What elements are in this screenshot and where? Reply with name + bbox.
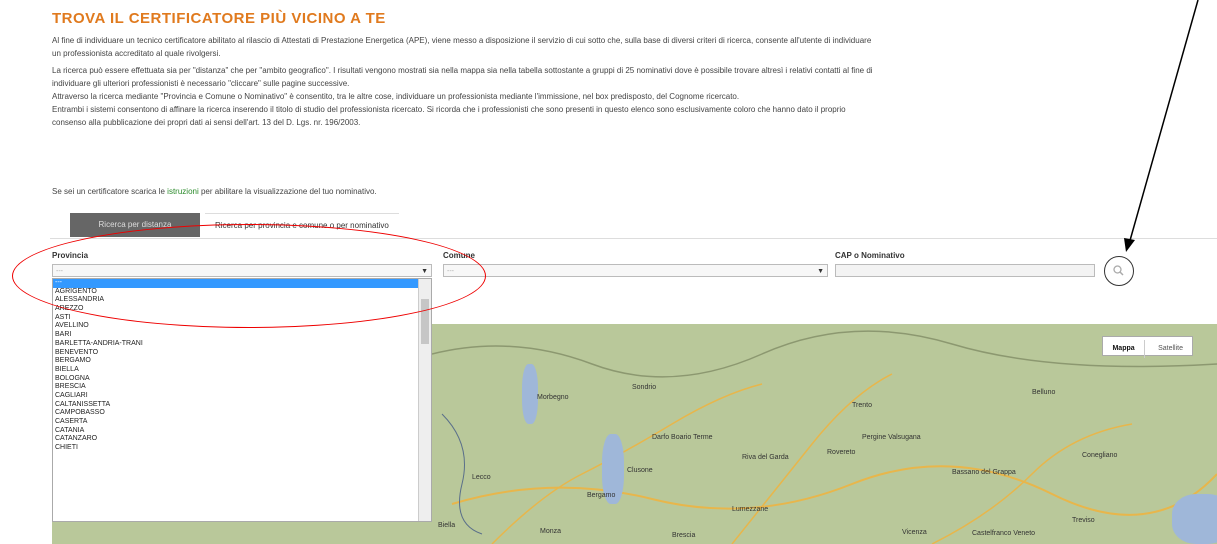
- dropdown-option[interactable]: BOLOGNA: [53, 375, 419, 384]
- certifier-note-suffix: per abilitare la visualizzazione del tuo…: [200, 187, 377, 196]
- intro-line: Al fine di individuare un tecnico certif…: [52, 36, 872, 45]
- map-city-label: Brescia: [672, 532, 696, 539]
- dropdown-option[interactable]: BARLETTA-ANDRIA-TRANI: [53, 340, 419, 349]
- search-line: Entrambi i sistemi consentono di affinar…: [52, 105, 846, 114]
- search-icon: [1113, 265, 1124, 276]
- dropdown-option[interactable]: CASERTA: [53, 418, 419, 427]
- map-city-label: Vicenza: [902, 529, 927, 536]
- map-city-label: Pergine Valsugana: [862, 434, 921, 441]
- map-type-map-button[interactable]: Mappa: [1103, 340, 1145, 358]
- intro-paragraph: Al fine di individuare un tecnico certif…: [52, 34, 871, 60]
- instructions-link[interactable]: istruzioni: [167, 187, 199, 196]
- page-title: TROVA IL CERTIFICATORE PIÙ VICINO A TE: [52, 10, 386, 27]
- map-terrain: [432, 330, 1217, 544]
- dropdown-option[interactable]: CALTANISSETTA: [53, 401, 419, 410]
- intro-line: un professionista accreditato al quale r…: [52, 49, 221, 58]
- search-line: consenso alla pubblicazione dei propri d…: [52, 118, 361, 127]
- map-city-label: Darfo Boario Terme: [652, 434, 713, 441]
- map-city-label: Belluno: [1032, 389, 1056, 396]
- search-line: La ricerca può essere effettuata sia per…: [52, 66, 873, 75]
- map-view-lower-left: [52, 520, 432, 544]
- dropdown-option[interactable]: CAMPOBASSO: [53, 409, 419, 418]
- map-city-label: Lumezzane: [732, 506, 769, 513]
- dropdown-option[interactable]: BENEVENTO: [53, 349, 419, 358]
- search-line: Attraverso la ricerca mediante "Provinci…: [52, 92, 740, 101]
- map-city-label: Lecco: [472, 474, 491, 481]
- map-city-label: Morbegno: [537, 394, 569, 401]
- map-type-satellite-button[interactable]: Satellite: [1149, 340, 1192, 358]
- lake-shape: [1172, 494, 1217, 544]
- dropdown-option[interactable]: CHIETI: [53, 444, 419, 453]
- cap-nominativo-input[interactable]: [835, 264, 1095, 277]
- map-city-label: Rovereto: [827, 449, 856, 456]
- annotation-ellipse: [12, 224, 486, 328]
- map-city-label: Castelfranco Veneto: [972, 530, 1036, 537]
- dropdown-option[interactable]: CAGLIARI: [53, 392, 419, 401]
- lake-shape: [522, 364, 538, 424]
- dropdown-option[interactable]: BIELLA: [53, 366, 419, 375]
- dropdown-option[interactable]: CATANIA: [53, 427, 419, 436]
- search-line: individuare gli ulteriori professionisti…: [52, 79, 350, 88]
- map-view[interactable]: Mappa Satellite Trento Bergamo Brescia M…: [432, 324, 1217, 544]
- comune-select[interactable]: --- ▼: [443, 264, 828, 277]
- dropdown-option[interactable]: BERGAMO: [53, 357, 419, 366]
- search-paragraph: La ricerca può essere effettuata sia per…: [52, 64, 873, 129]
- map-type-control: Mappa Satellite: [1102, 336, 1193, 358]
- map-city-label: Biella: [438, 522, 456, 529]
- map-city-label: Bergamo: [587, 492, 616, 499]
- map-city-label: Trento: [852, 402, 872, 409]
- map-city-label: Bassano del Grappa: [952, 469, 1016, 476]
- dropdown-option[interactable]: BARI: [53, 331, 419, 340]
- map-city-label: Monza: [540, 528, 562, 535]
- dropdown-scrollbar[interactable]: [418, 279, 431, 521]
- chevron-down-icon: ▼: [817, 268, 824, 275]
- search-button[interactable]: [1104, 256, 1134, 286]
- dropdown-option[interactable]: BRESCIA: [53, 383, 419, 392]
- certifier-note: Se sei un certificatore scarica le istru…: [52, 185, 377, 198]
- cap-label: CAP o Nominativo: [835, 251, 905, 260]
- map-city-label: Treviso: [1072, 517, 1095, 524]
- certifier-note-prefix: Se sei un certificatore scarica le: [52, 187, 165, 196]
- map-city-label: Clusone: [627, 467, 653, 474]
- map-city-label: Sondrio: [632, 384, 657, 391]
- dropdown-option[interactable]: CATANZARO: [53, 435, 419, 444]
- map-city-label: Riva del Garda: [742, 454, 789, 461]
- map-city-label: Conegliano: [1082, 452, 1118, 459]
